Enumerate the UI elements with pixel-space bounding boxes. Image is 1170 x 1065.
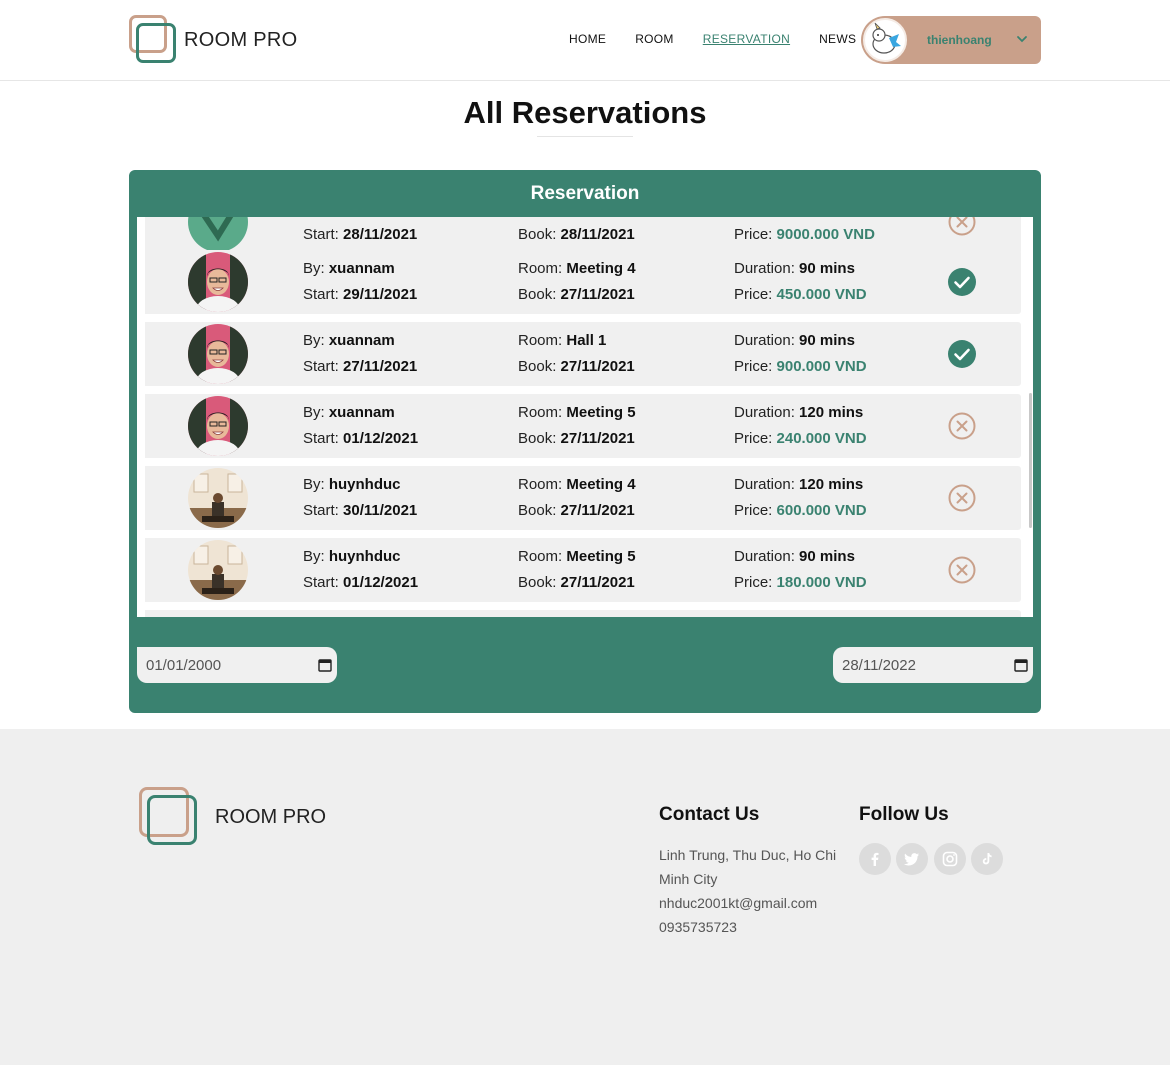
logo-mark-icon [128,14,180,66]
twitter-icon[interactable] [896,843,928,875]
start-date: Start: 01/12/2021 [303,430,419,447]
book-date: Book: 27/11/2021 [518,502,635,519]
room-name: Room: Meeting 4 [518,476,636,493]
calendar-icon[interactable] [318,658,332,672]
reserved-by: By: huynhduc [303,476,401,493]
reservation-row[interactable]: By: xuannam Room: Meeting 4 Duration: 90 m… [145,250,1021,314]
reservation-row[interactable]: By: huynhduc Room: Meeting 4 Duration: 120… [145,466,1021,530]
reservation-row[interactable] [145,610,1021,617]
room-name: Room: Meeting 5 [518,548,636,565]
start-date: Start: 30/11/2021 [303,502,418,519]
avatar [188,217,248,252]
reservation-row[interactable]: By: huynhduc Room: Meeting 5 Duration: 90 … [145,538,1021,602]
contact-title: Contact Us [659,804,760,825]
price: Price: 900.000 VND [734,358,867,375]
cancel-x-icon[interactable] [948,556,976,584]
price: Price: 450.000 VND [734,286,867,303]
follow-title: Follow Us [859,804,949,825]
nav-reservation[interactable]: RESERVATION [703,32,790,46]
main-nav: HOME ROOM RESERVATION NEWS [569,32,885,46]
date-to-value: 28/11/2022 [842,657,916,674]
room-name: Room: Hall 1 [518,332,607,349]
avatar [188,324,248,384]
price: Price: 9000.000 VND [734,226,875,243]
avatar [188,468,248,528]
reservation-list[interactable]: Start: 28/11/2021 Book: 28/11/2021 Price: … [137,217,1033,617]
price: Price: 600.000 VND [734,502,867,519]
cancel-x-icon[interactable] [948,217,976,236]
reservation-row[interactable]: By: xuannam Room: Meeting 5 Duration: 120 … [145,394,1021,458]
avatar [188,396,248,456]
nav-home[interactable]: HOME [569,32,606,46]
user-menu-button[interactable]: thienhoang [861,16,1041,64]
unicorn-avatar-icon [863,18,907,62]
logo-mark-icon [139,787,199,847]
brand-logo[interactable]: ROOM PRO [128,14,298,66]
nav-room[interactable]: ROOM [635,32,674,46]
reserved-by: By: xuannam [303,260,395,277]
cancel-x-icon[interactable] [948,484,976,512]
panel-title: Reservation [530,183,640,204]
start-date: Start: 28/11/2021 [303,226,418,243]
room-name: Room: Meeting 4 [518,260,636,277]
approved-check-icon[interactable] [948,268,976,296]
book-date: Book: 27/11/2021 [518,430,635,447]
reservation-row[interactable]: Start: 28/11/2021 Book: 28/11/2021 Price: … [145,217,1021,254]
cancel-x-icon[interactable] [948,412,976,440]
date-from-input[interactable]: 01/01/2000 [137,647,337,683]
footer-logo[interactable]: ROOM PRO [139,787,326,847]
scrollbar-thumb[interactable] [1029,393,1032,528]
book-date: Book: 28/11/2021 [518,226,635,243]
reserved-by: By: xuannam [303,332,395,349]
duration: Duration: 90 mins [734,332,855,349]
avatar [188,540,248,600]
brand-name: ROOM PRO [184,28,298,51]
date-from-value: 01/01/2000 [146,657,222,674]
site-footer: ROOM PRO Contact Us Linh Trung, Thu Duc,… [0,729,1170,1065]
title-divider [537,136,633,137]
reservation-row[interactable]: By: xuannam Room: Hall 1 Duration: 90 mins… [145,322,1021,386]
site-header: ROOM PRO HOME ROOM RESERVATION NEWS thie… [0,0,1170,81]
instagram-icon[interactable] [934,843,966,875]
chevron-down-icon [1017,36,1027,43]
footer-brand-name: ROOM PRO [215,805,327,828]
start-date: Start: 29/11/2021 [303,286,418,303]
approved-check-icon[interactable] [948,340,976,368]
room-name: Room: Meeting 5 [518,404,636,421]
duration: Duration: 120 mins [734,404,864,421]
reserved-by: By: xuannam [303,404,395,421]
facebook-icon[interactable] [859,843,891,875]
price: Price: 240.000 VND [734,430,867,447]
reserved-by: By: huynhduc [303,548,401,565]
duration: Duration: 90 mins [734,260,855,277]
tiktok-icon[interactable] [971,843,1003,875]
avatar [188,252,248,312]
duration: Duration: 90 mins [734,548,855,565]
contact-address: Linh Trung, Thu Duc, Ho Chi Minh City [659,847,837,887]
nav-news[interactable]: NEWS [819,32,856,46]
user-name: thienhoang [927,33,992,47]
start-date: Start: 27/11/2021 [303,358,418,375]
date-to-input[interactable]: 28/11/2022 [833,647,1033,683]
page-title: All Reservations [463,95,707,130]
contact-phone[interactable]: 0935735723 [659,915,849,939]
duration: Duration: 120 mins [734,476,864,493]
price: Price: 180.000 VND [734,574,867,591]
book-date: Book: 27/11/2021 [518,574,635,591]
calendar-icon[interactable] [1014,658,1028,672]
reservation-panel: Reservation Start: 28/11/2021 Book: 28/11… [129,170,1041,713]
contact-email[interactable]: nhduc2001kt@gmail.com [659,891,849,915]
book-date: Book: 27/11/2021 [518,358,635,375]
book-date: Book: 27/11/2021 [518,286,635,303]
start-date: Start: 01/12/2021 [303,574,419,591]
